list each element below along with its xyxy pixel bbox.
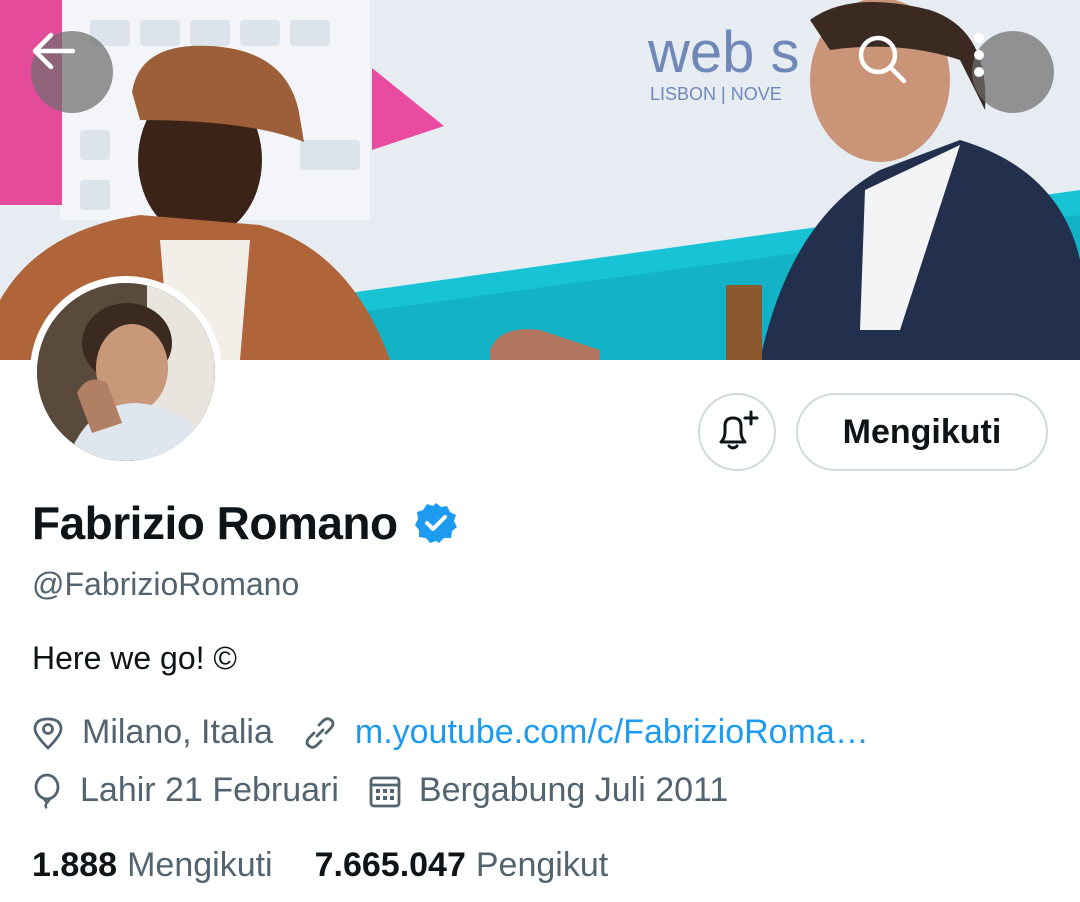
- notification-toggle-button[interactable]: [698, 393, 776, 471]
- profile-avatar[interactable]: [30, 276, 222, 468]
- search-button[interactable]: [854, 31, 936, 113]
- arrow-left-icon: [32, 32, 75, 70]
- following-label: Mengikuti: [127, 846, 273, 884]
- location-item: Milano, Italia: [32, 713, 273, 752]
- followers-count: 7.665.047: [314, 846, 466, 884]
- profile-handle: @FabrizioRomano: [32, 566, 300, 602]
- profile-bio: Here we go! ©: [32, 640, 237, 676]
- joined-item: Bergabung Juli 2011: [369, 771, 728, 810]
- website-item[interactable]: m.youtube.com/c/FabrizioRoma…: [303, 713, 869, 752]
- following-count: 1.888: [32, 846, 118, 884]
- followers-label: Pengikut: [475, 846, 609, 884]
- profile-name: Fabrizio Romano: [32, 497, 398, 549]
- birthday-item: Lahir 21 Februari: [32, 771, 339, 810]
- profile-name-row: Fabrizio Romano: [32, 496, 458, 550]
- profile-stats: 1.888 Mengikuti 7.665.047 Pengikut: [32, 846, 650, 885]
- location-pin-icon: [33, 717, 63, 749]
- location-text: Milano, Italia: [82, 713, 273, 751]
- banner-logo-text: web s: [647, 20, 800, 85]
- following-stat[interactable]: 1.888 Mengikuti: [32, 846, 273, 885]
- more-vertical-icon: [974, 33, 984, 77]
- more-options-button[interactable]: [972, 31, 1054, 113]
- followers-stat[interactable]: 7.665.047 Pengikut: [315, 846, 609, 885]
- profile-meta-row: Milano, Italia m.youtube.com/c/FabrizioR…: [32, 713, 899, 752]
- avatar-image: [37, 283, 215, 461]
- bell-plus-icon: [719, 410, 759, 450]
- joined-text: Bergabung Juli 2011: [418, 771, 729, 809]
- back-button[interactable]: [31, 31, 113, 113]
- calendar-icon: [369, 776, 401, 807]
- website-link[interactable]: m.youtube.com/c/FabrizioRoma…: [355, 713, 869, 752]
- profile-meta-row: Lahir 21 Februari Bergabung Juli 2011: [32, 771, 758, 810]
- balloon-icon: [34, 773, 60, 809]
- banner-subtext: LISBON | NOVE: [650, 84, 782, 104]
- following-button[interactable]: Mengikuti: [796, 393, 1048, 471]
- search-icon: [858, 35, 907, 84]
- birthday-text: Lahir 21 Februari: [80, 771, 339, 809]
- link-icon: [305, 716, 335, 749]
- verified-badge-icon: [414, 501, 458, 545]
